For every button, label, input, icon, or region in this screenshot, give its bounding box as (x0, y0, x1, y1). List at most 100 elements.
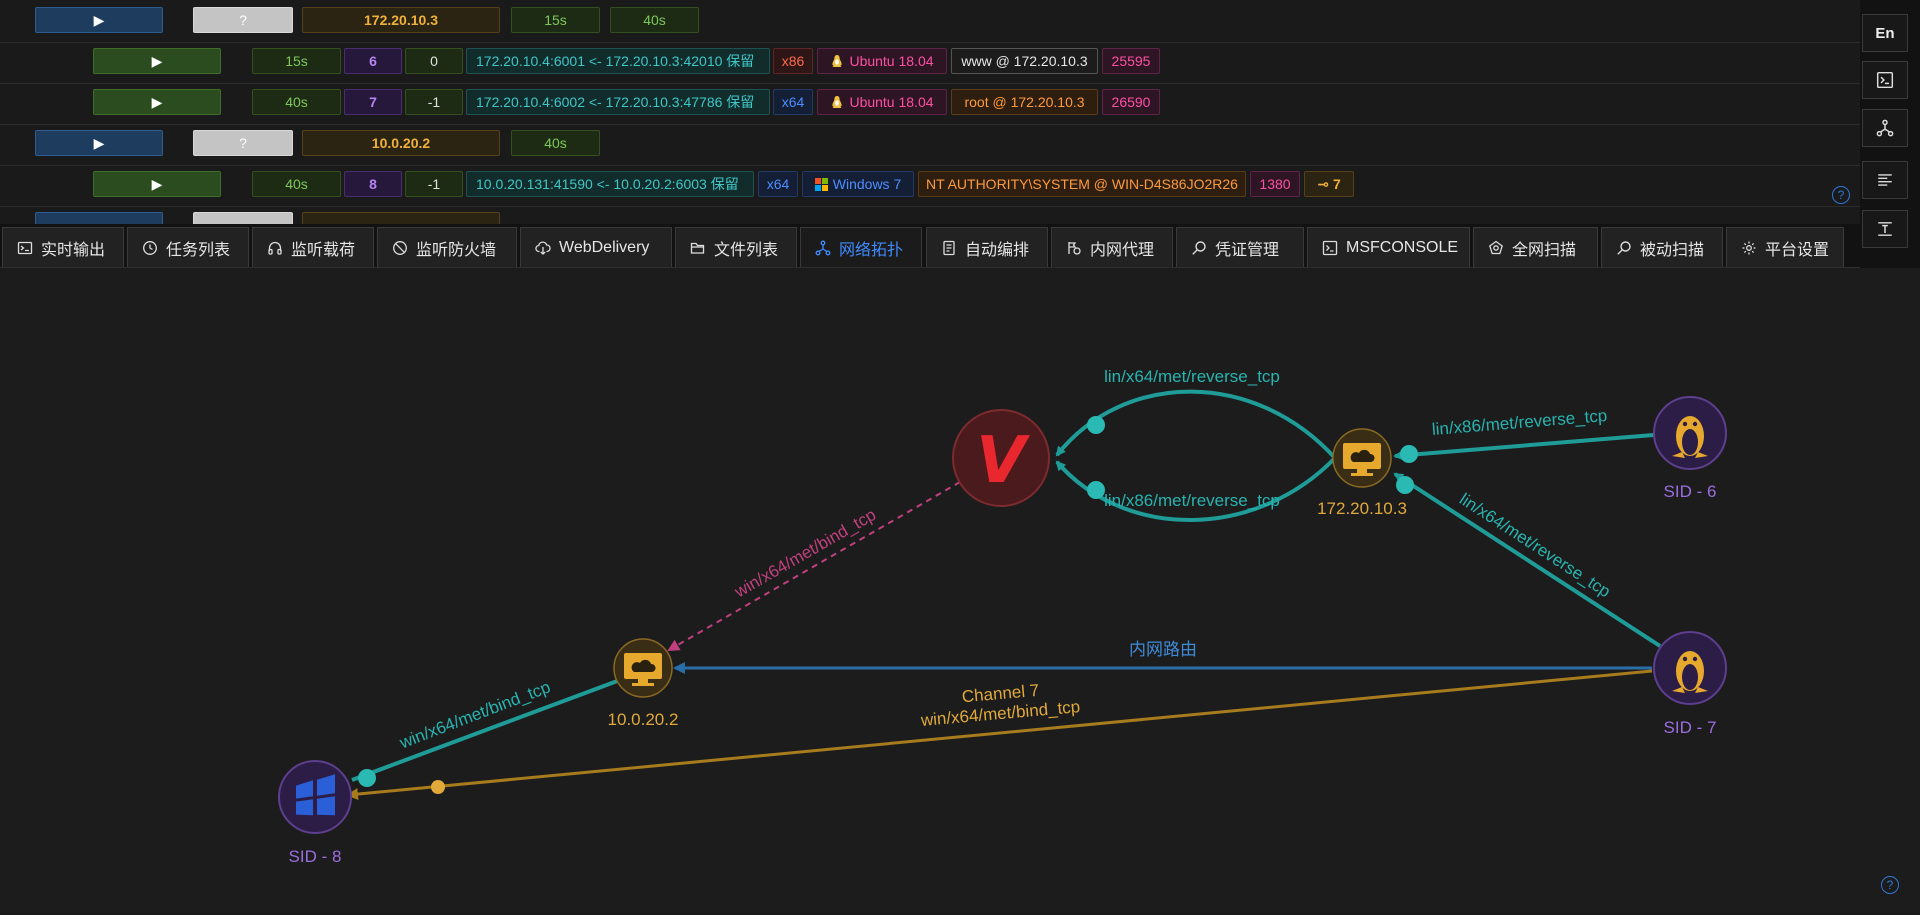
status-badge (193, 212, 293, 224)
session-row: ▶ 40s 7 -1 172.20.10.4:6002 <- 172.20.10… (0, 84, 1860, 125)
tab-label: MSFCONSOLE (1346, 238, 1459, 256)
tab-listener-payload[interactable]: 监听载荷 (252, 227, 374, 267)
help-icon[interactable]: ? (1832, 186, 1850, 204)
tab-intranet-proxy[interactable]: 内网代理 (1051, 227, 1173, 267)
expand-button[interactable] (35, 212, 163, 224)
linux-icon (830, 54, 844, 68)
topology-icon (1876, 119, 1894, 137)
console-icon (1322, 240, 1338, 256)
os-badge: Ubuntu 18.04 (817, 89, 947, 115)
session-node-sid-6[interactable] (1653, 396, 1727, 470)
text-height-icon (1876, 220, 1894, 238)
search-icon (1191, 240, 1207, 256)
host-row (0, 207, 1860, 224)
expand-button[interactable]: ▶ (93, 89, 221, 115)
host-ip: 172.20.10.3 (302, 7, 500, 33)
expand-button[interactable]: ▶ (93, 171, 221, 197)
connection-info: 172.20.10.4:6001 <- 172.20.10.3:42010 保留 (466, 48, 770, 74)
tab-label: 内网代理 (1090, 241, 1155, 259)
tab-msfconsole[interactable]: MSFCONSOLE (1307, 227, 1470, 267)
os-badge: Windows 7 (802, 171, 914, 197)
console-icon (1876, 71, 1894, 89)
pid-badge: 1380 (1250, 171, 1300, 197)
tab-label: 监听载荷 (291, 241, 356, 259)
tab-label: 任务列表 (166, 241, 231, 259)
tab-label: 凭证管理 (1215, 241, 1280, 259)
tab-file-list[interactable]: 文件列表 (675, 227, 797, 267)
tab-passive-scan[interactable]: 被动扫描 (1601, 227, 1723, 267)
host-row: ▶ ? 172.20.10.3 15s 40s (0, 2, 1860, 43)
rank-badge: -1 (405, 89, 463, 115)
tab-label: 全网扫描 (1512, 241, 1577, 259)
heartbeat: 15s (511, 7, 600, 33)
tab-credential-management[interactable]: 凭证管理 (1176, 227, 1304, 267)
console-button[interactable] (1862, 61, 1908, 99)
language-toggle-button[interactable]: En (1862, 14, 1908, 52)
tab-label: 自动编排 (965, 241, 1030, 259)
host-ip: 10.0.20.2 (302, 130, 500, 156)
pid-badge: 26590 (1102, 89, 1160, 115)
tab-realtime-output[interactable]: 实时输出 (2, 227, 124, 267)
align-left-icon (1876, 171, 1894, 189)
gear-icon (1741, 240, 1757, 256)
sid-badge: 8 (344, 171, 402, 197)
os-label: Ubuntu 18.04 (849, 53, 934, 69)
expand-button[interactable]: ▶ (93, 48, 221, 74)
session-table: ▶ ? 172.20.10.3 15s 40s ▶ 15s 6 0 172.20… (0, 0, 1860, 224)
tab-auto-orchestration[interactable]: 自动编排 (926, 227, 1048, 267)
interval: 40s (610, 7, 699, 33)
arch-badge: x64 (773, 89, 813, 115)
session-node-sid-7[interactable] (1653, 631, 1727, 705)
align-left-button[interactable] (1862, 161, 1908, 199)
user-badge: www @ 172.20.10.3 (951, 48, 1098, 74)
tab-network-topology[interactable]: 网络拓扑 (800, 227, 922, 267)
tab-label: 网络拓扑 (839, 241, 904, 259)
proxy-icon (1066, 240, 1082, 256)
tab-label: 文件列表 (714, 241, 779, 259)
status-badge: ? (193, 130, 293, 156)
cloud-download-icon (535, 240, 551, 256)
tab-webdelivery[interactable]: WebDelivery (520, 227, 672, 267)
terminal-output-icon (17, 240, 33, 256)
host-ip (302, 212, 500, 224)
host-node-10-0-20-2[interactable] (613, 638, 673, 698)
sid-badge: 6 (344, 48, 402, 74)
topology-button[interactable] (1862, 109, 1908, 147)
tab-label: WebDelivery (559, 238, 650, 256)
tab-label: 监听防火墙 (416, 241, 497, 259)
tab-platform-settings[interactable]: 平台设置 (1726, 227, 1844, 267)
session-node-sid-8[interactable] (278, 760, 352, 834)
session-row: ▶ 15s 6 0 172.20.10.4:6001 <- 172.20.10.… (0, 43, 1860, 84)
tab-label: 实时输出 (41, 241, 106, 259)
os-label: Windows 7 (832, 176, 902, 192)
heartbeat: 40s (511, 130, 600, 156)
heartbeat: 40s (252, 89, 341, 115)
center-node-label: V (976, 424, 1030, 498)
tab-network-scan[interactable]: 全网扫描 (1473, 227, 1598, 267)
connection-info: 172.20.10.4:6002 <- 172.20.10.3:47786 保留 (466, 89, 770, 115)
heartbeat: 15s (252, 48, 341, 74)
help-icon[interactable]: ? (1881, 876, 1899, 894)
tab-task-list[interactable]: 任务列表 (127, 227, 249, 267)
clock-icon (142, 240, 158, 256)
expand-button[interactable]: ▶ (35, 7, 163, 33)
windows-icon (814, 177, 828, 191)
arch-badge: x86 (773, 48, 813, 74)
expand-button[interactable]: ▶ (35, 130, 163, 156)
tab-listener-firewall[interactable]: 监听防火墙 (377, 227, 517, 267)
os-label: Ubuntu 18.04 (849, 94, 934, 110)
user-badge: NT AUTHORITY\SYSTEM @ WIN-D4S86JO2R26 (918, 171, 1246, 197)
user-badge: root @ 172.20.10.3 (951, 89, 1098, 115)
host-row: ▶ ? 10.0.20.2 40s (0, 125, 1860, 166)
rank-badge: 0 (405, 48, 463, 74)
center-node[interactable]: V (952, 409, 1050, 507)
rank-badge: -1 (405, 171, 463, 197)
sid-badge: 7 (344, 89, 402, 115)
host-node-172-20-10-3[interactable] (1332, 428, 1392, 488)
arch-badge: x64 (758, 171, 798, 197)
topology-icon (815, 240, 831, 256)
text-height-button[interactable] (1862, 210, 1908, 248)
credential-count: 7 (1332, 176, 1341, 192)
os-badge: Ubuntu 18.04 (817, 48, 947, 74)
language-label: En (1875, 24, 1895, 42)
